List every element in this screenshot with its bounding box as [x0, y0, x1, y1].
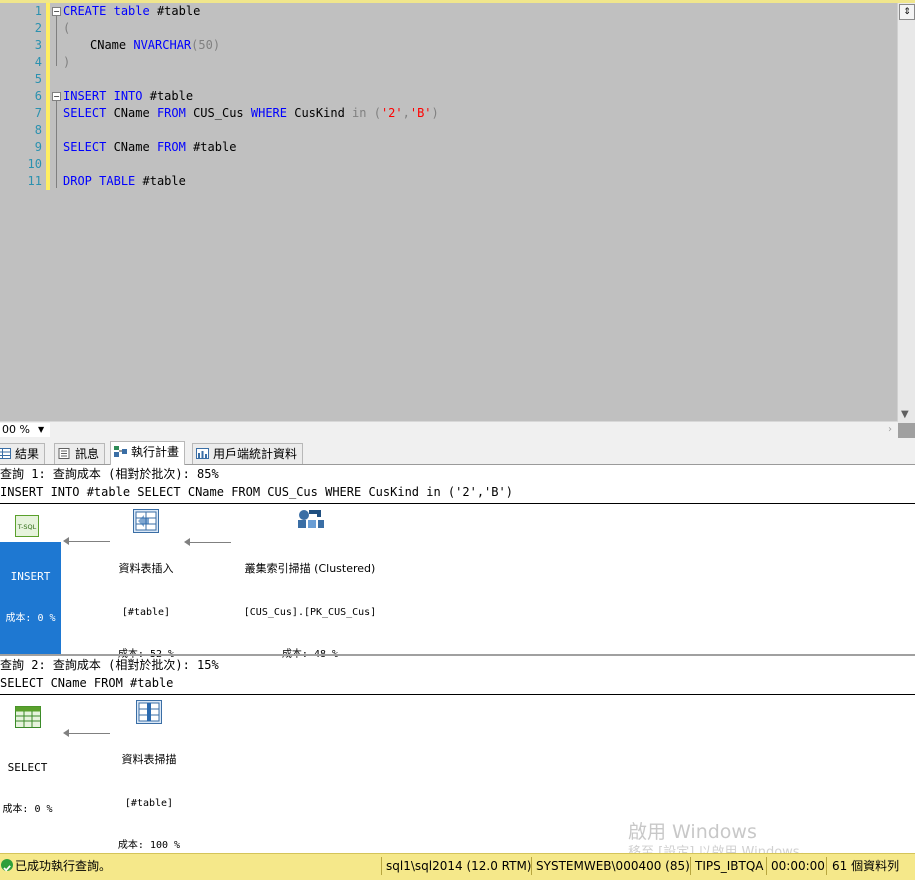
- grid-icon: [0, 448, 11, 459]
- chevron-down-icon[interactable]: ▼: [38, 423, 44, 437]
- code-line-9: SELECT CName FROM #table: [63, 140, 237, 154]
- split-window-icon[interactable]: ⇕: [899, 4, 915, 20]
- node-title: SELECT: [7, 761, 48, 774]
- divider: [826, 857, 827, 875]
- divider: [690, 857, 691, 875]
- line-number: 10: [27, 157, 42, 171]
- query-2-cost-header: 查詢 2: 查詢成本 (相對於批次): 15%: [0, 658, 219, 672]
- tab-label: 訊息: [75, 447, 100, 461]
- status-login: SYSTEMWEB\000400 (85): [536, 859, 690, 873]
- data-flow-arrow: [189, 542, 231, 543]
- query-2-sql: SELECT CName FROM #table: [0, 676, 174, 690]
- line-number: 6: [34, 89, 42, 103]
- clustered-index-scan-icon[interactable]: [297, 508, 325, 534]
- node-cost: 成本: 100 %: [117, 840, 181, 851]
- tab-label: 用戶端統計資料: [213, 447, 298, 461]
- tab-client-statistics[interactable]: 用戶端統計資料: [192, 443, 304, 464]
- sql-editor[interactable]: 1 2 3 4 5 6 7 8 9 10 11 − − CREATE table…: [0, 0, 915, 439]
- status-database: TIPS_IBTQA: [695, 859, 764, 873]
- outline-guide: [56, 101, 57, 188]
- status-message: 已成功執行查詢。: [15, 859, 112, 873]
- node-title: 叢集索引掃描 (Clustered): [244, 562, 376, 575]
- line-number: 9: [34, 140, 42, 154]
- line-number: 3: [34, 38, 42, 52]
- collapse-icon[interactable]: −: [52, 7, 61, 16]
- statistics-icon: [196, 448, 209, 459]
- tab-label: 執行計畫: [131, 445, 180, 459]
- results-tab-strip: 結果 訊息 執行計畫 用戶端統計資料: [0, 438, 915, 465]
- select-icon[interactable]: [15, 706, 41, 728]
- data-flow-arrow: [68, 541, 110, 542]
- code-line-4: ): [63, 55, 71, 69]
- clustered-index-scan-node[interactable]: 叢集索引掃描 (Clustered) [CUS_Cus].[PK_CUS_Cus…: [234, 534, 386, 690]
- data-flow-arrow: [68, 733, 110, 734]
- outline-margin: − −: [52, 3, 62, 193]
- table-insert-icon[interactable]: [133, 509, 159, 533]
- code-line-1: CREATE table #table: [63, 4, 201, 18]
- scroll-down-icon[interactable]: ▼: [901, 409, 909, 420]
- status-row-count: 61 個資料列: [832, 859, 900, 873]
- code-line-6: INSERT INTO #table: [63, 89, 194, 103]
- line-number: 2: [34, 21, 42, 35]
- node-title: INSERT: [10, 570, 51, 583]
- tab-execution-plan[interactable]: 執行計畫: [110, 441, 186, 465]
- scrollbar-corner: [898, 423, 915, 438]
- divider: [531, 857, 532, 875]
- query-separator: [0, 654, 915, 656]
- select-node[interactable]: SELECT 成本: 0 %: [0, 733, 58, 845]
- code-line-3: CName NVARCHAR(50): [90, 38, 221, 52]
- divider: [381, 857, 382, 875]
- query-1-cost-header: 查詢 1: 查詢成本 (相對於批次): 85%: [0, 467, 219, 481]
- editor-horizontal-bar: 00 % ▼ ›: [0, 421, 898, 439]
- change-tracking-bar: [46, 3, 50, 190]
- svg-text:T-SQL: T-SQL: [17, 523, 37, 531]
- editor-vertical-scrollbar[interactable]: ⇕ ▼: [897, 3, 915, 438]
- execution-plan-pane[interactable]: 查詢 1: 查詢成本 (相對於批次): 85% INSERT INTO #tab…: [0, 465, 915, 853]
- message-icon: [58, 448, 70, 459]
- windows-activation-watermark: 啟用 Windows: [628, 821, 757, 843]
- node-title: 資料表插入: [118, 562, 174, 575]
- scroll-right-icon[interactable]: ›: [888, 422, 892, 438]
- status-elapsed-time: 00:00:00: [771, 859, 825, 873]
- divider: [0, 503, 915, 504]
- line-number: 1: [34, 4, 42, 18]
- tab-messages[interactable]: 訊息: [54, 443, 106, 464]
- divider: [766, 857, 767, 875]
- code-line-11: DROP TABLE #table: [63, 174, 186, 188]
- tsql-icon[interactable]: T-SQL: [15, 515, 39, 537]
- divider: [0, 694, 915, 695]
- status-bar: 已成功執行查詢。 sql1\sql2014 (12.0 RTM) SYSTEMW…: [0, 853, 915, 880]
- line-number: 4: [34, 55, 42, 69]
- insert-node[interactable]: INSERT 成本: 0 %: [0, 542, 61, 654]
- table-scan-icon[interactable]: [136, 700, 162, 724]
- outline-guide: [56, 16, 57, 66]
- line-number: 11: [27, 174, 42, 188]
- tab-label: 結果: [15, 447, 40, 461]
- collapse-icon[interactable]: −: [52, 92, 61, 101]
- line-number: 7: [34, 106, 42, 120]
- node-cost: 成本: 0 %: [2, 804, 53, 815]
- execution-plan-icon: [114, 446, 127, 457]
- line-number-gutter: 1 2 3 4 5 6 7 8 9 10 11: [0, 3, 46, 423]
- tab-results[interactable]: 結果: [0, 443, 46, 464]
- query-1-sql: INSERT INTO #table SELECT CName FROM CUS…: [0, 485, 513, 499]
- node-object: [#table]: [121, 607, 171, 618]
- line-number: 5: [34, 72, 42, 86]
- node-cost: 成本: 0 %: [5, 613, 56, 624]
- node-object: [#table]: [124, 798, 174, 809]
- node-title: 資料表掃描: [121, 753, 177, 766]
- status-server: sql1\sql2014 (12.0 RTM): [386, 859, 532, 873]
- code-line-2: (: [63, 21, 71, 35]
- code-line-7: SELECT CName FROM CUS_Cus WHERE CusKind …: [63, 106, 439, 120]
- node-object: [CUS_Cus].[PK_CUS_Cus]: [243, 607, 377, 618]
- line-number: 8: [34, 123, 42, 137]
